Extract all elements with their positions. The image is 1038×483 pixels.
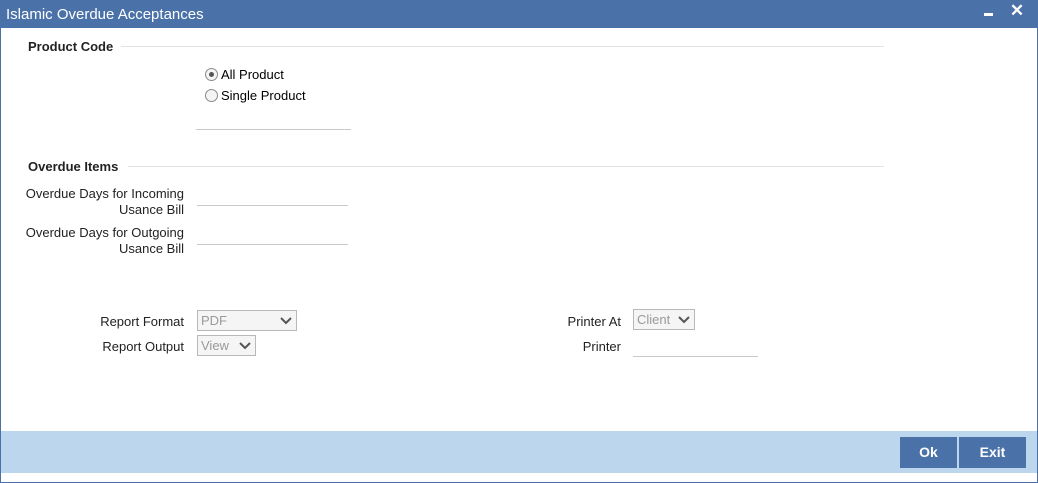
- outgoing-usance-days-input[interactable]: [197, 225, 348, 245]
- window-title: Islamic Overdue Acceptances: [6, 6, 204, 23]
- report-output-value: View: [201, 338, 229, 353]
- incoming-usance-days-input[interactable]: [197, 186, 348, 206]
- outgoing-usance-label: Overdue Days for Outgoing Usance Bill: [21, 225, 184, 257]
- chevron-down-icon: [678, 316, 690, 324]
- report-window: Islamic Overdue Acceptances ✕ Product Co…: [0, 0, 1038, 483]
- chevron-down-icon: [280, 317, 292, 325]
- close-button[interactable]: ✕: [1007, 1, 1027, 25]
- radio-all-product-label: All Product: [221, 67, 284, 82]
- chevron-down-icon: [239, 342, 251, 350]
- printer-at-select[interactable]: Client: [633, 309, 695, 330]
- incoming-usance-label-line2: Usance Bill: [118, 202, 184, 217]
- printer-input[interactable]: [633, 337, 758, 357]
- incoming-usance-label: Overdue Days for Incoming Usance Bill: [21, 186, 184, 218]
- product-code-divider: [121, 46, 884, 47]
- report-format-value: PDF: [201, 313, 227, 328]
- overdue-items-heading: Overdue Items: [28, 159, 119, 174]
- printer-at-value: Client: [637, 312, 671, 327]
- report-output-label: Report Output: [102, 339, 184, 354]
- product-code-input[interactable]: [196, 110, 351, 130]
- product-code-heading: Product Code: [28, 39, 114, 54]
- report-output-select[interactable]: View: [197, 335, 256, 356]
- overdue-items-divider: [128, 166, 884, 167]
- printer-at-label: Printer At: [567, 314, 621, 329]
- outgoing-usance-label-line1: Overdue Days for Outgoing: [25, 225, 184, 240]
- exit-button[interactable]: Exit: [959, 437, 1026, 468]
- close-icon: ✕: [1009, 1, 1025, 20]
- radio-all-product-button[interactable]: [205, 68, 218, 81]
- title-bar: Islamic Overdue Acceptances ✕: [1, 1, 1037, 28]
- outgoing-usance-label-line2: Usance Bill: [118, 241, 184, 256]
- radio-single-product[interactable]: Single Product: [205, 88, 306, 103]
- report-format-select[interactable]: PDF: [197, 310, 297, 331]
- printer-label: Printer: [582, 339, 621, 354]
- report-format-label: Report Format: [100, 314, 184, 329]
- radio-single-product-button[interactable]: [205, 89, 218, 102]
- minimize-icon: [984, 13, 993, 16]
- incoming-usance-label-line1: Overdue Days for Incoming: [25, 186, 184, 201]
- ok-button[interactable]: Ok: [900, 437, 957, 468]
- radio-single-product-label: Single Product: [221, 88, 306, 103]
- radio-all-product[interactable]: All Product: [205, 67, 284, 82]
- footer-bar: Ok Exit: [1, 431, 1037, 473]
- minimize-button[interactable]: [979, 1, 999, 25]
